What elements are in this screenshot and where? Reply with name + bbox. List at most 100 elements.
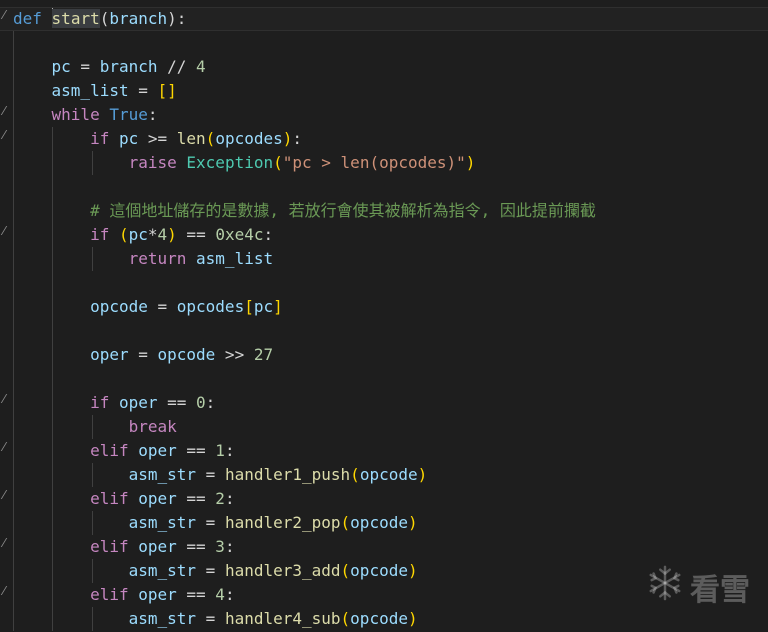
code-line[interactable] xyxy=(0,319,768,343)
fold-indicator-icon[interactable]: ⁄ xyxy=(0,128,8,142)
code-editor[interactable]: def start(branch): pc = branch // 4 asm_… xyxy=(0,0,768,632)
code-token: ) xyxy=(282,129,293,148)
code-token: asm_str xyxy=(128,513,197,532)
code-token: opcodes xyxy=(215,129,283,148)
code-line[interactable]: if (pc*4) == 0xe4c: xyxy=(0,223,768,247)
code-text: elif oper == 2: xyxy=(13,487,235,511)
code-token: "pc > len(opcodes)" xyxy=(282,153,466,172)
code-text: return asm_list xyxy=(13,247,274,271)
code-line[interactable]: while True: xyxy=(0,103,768,127)
code-text: if oper == 0: xyxy=(13,391,215,415)
fold-indicator-icon[interactable]: ⁄ xyxy=(0,224,8,238)
fold-indicator-icon[interactable]: ⁄ xyxy=(0,584,8,598)
code-token: ] xyxy=(273,297,283,316)
code-token: if xyxy=(90,393,110,412)
code-token: 4 xyxy=(157,225,168,244)
fold-indicator-icon[interactable]: ⁄ xyxy=(0,440,8,454)
code-line[interactable]: def start(branch): xyxy=(0,7,768,31)
fold-indicator-icon[interactable]: ⁄ xyxy=(0,536,8,550)
code-token: == xyxy=(176,225,216,244)
code-token: : xyxy=(224,441,235,460)
code-token: == xyxy=(176,489,216,508)
code-text: asm_str = handler3_add(opcode) xyxy=(13,559,418,583)
code-token: handler3_add xyxy=(224,561,341,580)
code-line[interactable] xyxy=(0,271,768,295)
code-text: oper = opcode >> 27 xyxy=(13,343,273,367)
code-token: : xyxy=(224,537,235,556)
code-token: if xyxy=(90,129,110,148)
code-token: ( xyxy=(99,9,110,28)
code-token: start xyxy=(51,9,100,28)
code-line[interactable]: # 這個地址儲存的是數據, 若放行會使其被解析為指令, 因此提前攔截 xyxy=(0,199,768,223)
code-token: = xyxy=(70,57,100,76)
code-line[interactable]: elif oper == 3: xyxy=(0,535,768,559)
code-line[interactable]: elif oper == 1: xyxy=(0,439,768,463)
code-line[interactable] xyxy=(0,367,768,391)
code-token: opcode xyxy=(157,345,216,364)
code-token: 1 xyxy=(215,441,225,460)
code-token: pc xyxy=(253,297,274,316)
watermark: 看雪 xyxy=(646,564,750,610)
code-line[interactable] xyxy=(0,175,768,199)
code-line[interactable] xyxy=(0,31,768,55)
code-token: ( xyxy=(350,465,360,484)
code-token: [] xyxy=(157,81,177,100)
code-token: Exception xyxy=(186,153,274,172)
code-token: def xyxy=(13,9,42,28)
code-token: [ xyxy=(244,297,254,316)
code-token: : xyxy=(224,585,235,604)
code-text: elif oper == 1: xyxy=(13,439,235,463)
code-token: len xyxy=(176,129,206,148)
code-line[interactable]: asm_str = handler2_pop(opcode) xyxy=(0,511,768,535)
code-token: oper xyxy=(138,489,177,508)
code-line[interactable]: asm_list = [] xyxy=(0,79,768,103)
code-token: >> xyxy=(215,345,254,364)
code-line[interactable]: oper = opcode >> 27 xyxy=(0,343,768,367)
code-token: opcode xyxy=(350,561,408,580)
code-token: branch xyxy=(99,57,158,76)
fold-indicator-icon[interactable]: ⁄ xyxy=(0,104,8,118)
fold-indicator-icon[interactable]: ⁄ xyxy=(0,8,8,22)
code-line[interactable]: if oper == 0: xyxy=(0,391,768,415)
code-token: 2 xyxy=(215,489,225,508)
code-line[interactable]: pc = branch // 4 xyxy=(0,55,768,79)
code-token: >= xyxy=(138,129,177,148)
code-token: branch xyxy=(109,9,168,28)
code-line[interactable]: return asm_list xyxy=(0,247,768,271)
watermark-text: 看雪 xyxy=(690,573,750,608)
code-token: ( xyxy=(118,225,129,244)
code-token: 4 xyxy=(215,585,225,604)
code-token: ( xyxy=(273,153,283,172)
code-token: True xyxy=(109,105,148,124)
code-line[interactable]: elif oper == 2: xyxy=(0,487,768,511)
code-text: raise Exception("pc > len(opcodes)") xyxy=(13,151,476,175)
code-line[interactable]: asm_str = handler1_push(opcode) xyxy=(0,463,768,487)
code-token: ) xyxy=(407,561,418,580)
code-line[interactable]: asm_str = handler4_sub(opcode) xyxy=(0,607,768,631)
code-token: = xyxy=(128,345,158,364)
fold-indicator-icon[interactable]: ⁄ xyxy=(0,392,8,406)
code-token: == xyxy=(176,441,216,460)
code-token: ) xyxy=(407,513,418,532)
code-line[interactable]: opcode = opcodes[pc] xyxy=(0,295,768,319)
code-line[interactable]: raise Exception("pc > len(opcodes)") xyxy=(0,151,768,175)
code-token: : xyxy=(224,489,235,508)
code-token: asm_list xyxy=(51,81,129,100)
code-line[interactable]: break xyxy=(0,415,768,439)
code-line[interactable]: if pc >= len(opcodes): xyxy=(0,127,768,151)
code-token: opcode xyxy=(90,297,148,316)
fold-indicator-icon[interactable]: ⁄ xyxy=(0,488,8,502)
